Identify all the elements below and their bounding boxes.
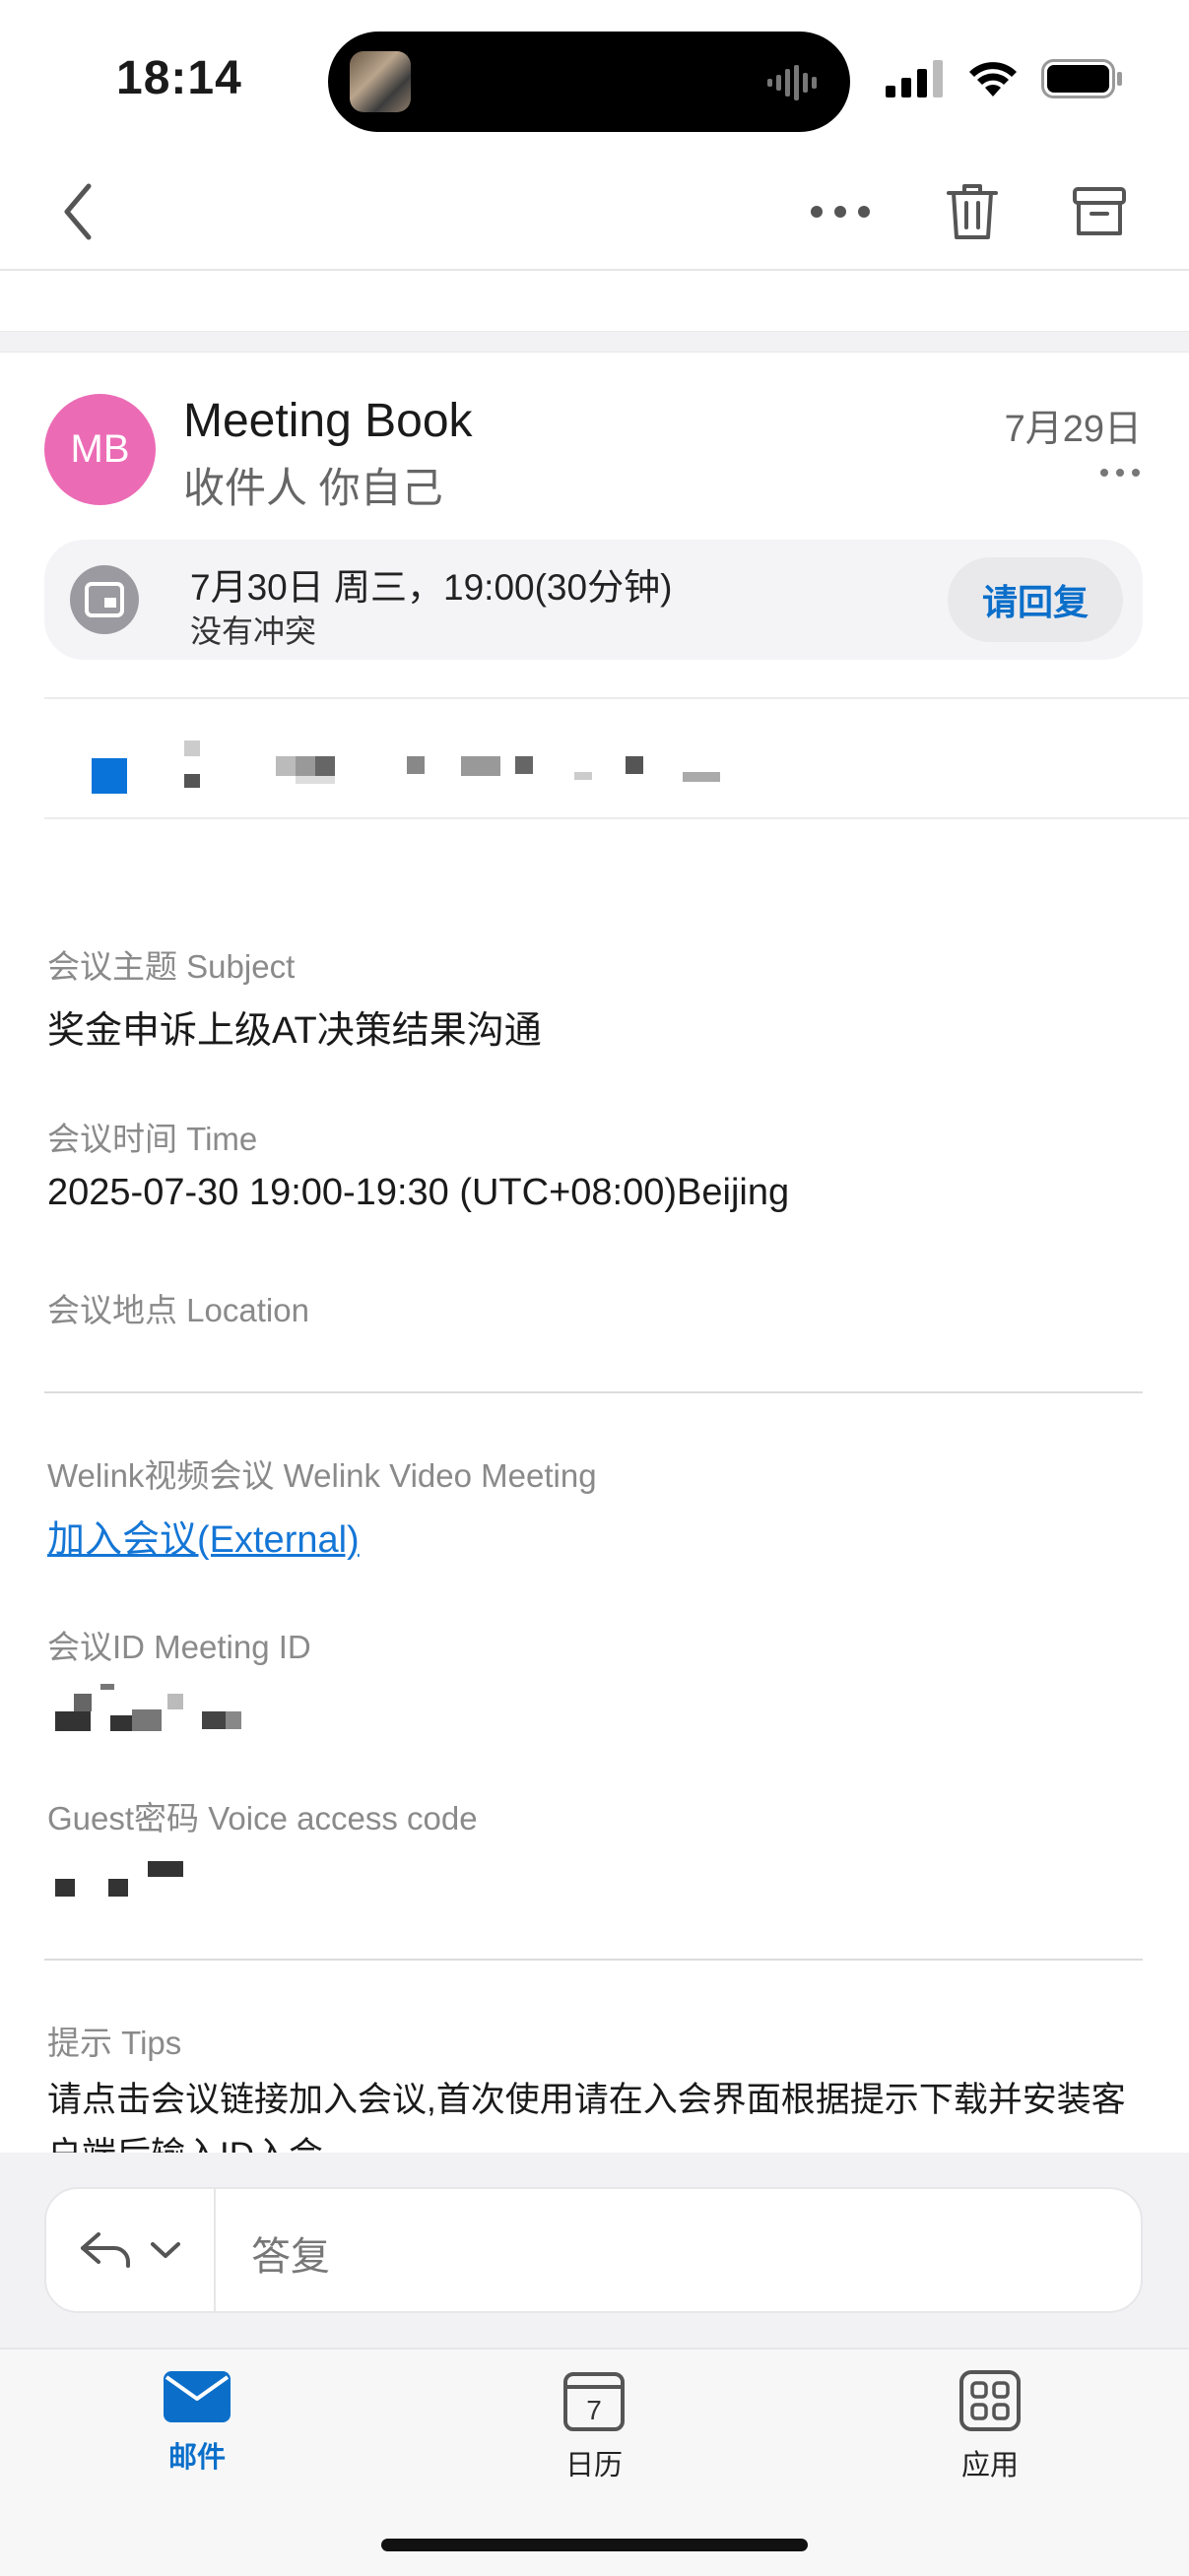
chevron-down-icon <box>151 2242 180 2258</box>
cellular-signal-icon <box>886 60 943 97</box>
rsvp-button[interactable]: 请回复 <box>948 557 1123 642</box>
join-meeting-link[interactable]: 加入会议(External) <box>47 1509 360 1563</box>
status-time: 18:14 <box>116 52 242 104</box>
dynamic-island[interactable] <box>328 32 850 132</box>
tips-label: 提示 Tips <box>47 2025 182 2061</box>
status-bar: 18:14 <box>0 0 1189 148</box>
audio-wave-icon <box>767 65 817 100</box>
apps-grid-icon <box>959 2370 1021 2431</box>
email-detail-screen: 18:14 MB Meeting Book 收件人 你自己 7月29日 7月30… <box>0 0 1189 2576</box>
attachment-icon <box>92 758 127 794</box>
home-indicator[interactable] <box>381 2539 808 2551</box>
wifi-icon <box>969 62 1017 97</box>
delete-button[interactable] <box>938 177 1007 246</box>
trash-icon <box>947 184 998 239</box>
subject-value: 奖金申诉上级AT决策结果沟通 <box>47 1010 542 1052</box>
tab-mail-label: 邮件 <box>167 2442 226 2474</box>
invite-time: 7月30日 周三，19:00(30分钟) <box>190 567 673 608</box>
mail-icon <box>164 2371 231 2422</box>
invite-conflict-status: 没有冲突 <box>190 613 317 649</box>
redacted-attachment-row[interactable] <box>44 697 1189 819</box>
more-options-button[interactable] <box>806 177 875 246</box>
section-separator <box>0 331 1189 353</box>
meeting-id-label: 会议ID Meeting ID <box>47 1629 311 1665</box>
calendar-icon: 7 <box>563 2372 625 2431</box>
message-date: 7月29日 <box>1004 409 1142 450</box>
archive-icon <box>1073 187 1126 235</box>
time-value: 2025-07-30 19:00-19:30 (UTC+08:00)Beijin… <box>47 1172 790 1213</box>
archive-button[interactable] <box>1065 177 1134 246</box>
guest-code-label: Guest密码 Voice access code <box>47 1800 478 1836</box>
sender-name[interactable]: Meeting Book <box>183 394 473 448</box>
top-navigation <box>0 148 1189 271</box>
message-more-icon[interactable] <box>1098 463 1142 483</box>
sender-avatar[interactable]: MB <box>44 394 156 505</box>
reply-mode-selector[interactable] <box>46 2189 216 2311</box>
tab-calendar[interactable]: 7 日历 <box>495 2369 693 2497</box>
calendar-invite-bar[interactable]: 7月30日 周三，19:00(30分钟) 没有冲突 请回复 <box>44 540 1143 660</box>
reply-box[interactable]: 答复 <box>44 2187 1143 2313</box>
tab-calendar-label: 日历 <box>564 2450 623 2481</box>
back-button[interactable] <box>44 177 113 246</box>
calendar-day-number: 7 <box>586 2395 602 2425</box>
body-divider-2 <box>44 1959 1143 1961</box>
tab-apps-label: 应用 <box>960 2450 1019 2481</box>
now-playing-artwork <box>350 51 411 112</box>
tips-text: 请点击会议链接加入会议,首次使用请在入会界面根据提示下载并安装客户端后输入ID入… <box>47 2081 1126 2154</box>
status-icons <box>886 59 1124 98</box>
tab-apps[interactable]: 应用 <box>892 2369 1089 2497</box>
reply-input[interactable]: 答复 <box>251 2224 330 2282</box>
recipients-line[interactable]: 收件人 你自己 <box>183 455 443 515</box>
time-label: 会议时间 Time <box>47 1121 258 1157</box>
subject-label: 会议主题 Subject <box>47 948 296 985</box>
chevron-left-icon <box>64 183 92 240</box>
body-divider <box>44 1391 1143 1393</box>
reply-bar: 答复 <box>0 2153 1189 2348</box>
calendar-event-icon <box>70 565 139 634</box>
battery-icon <box>1041 59 1122 98</box>
reply-arrow-icon <box>81 2232 130 2268</box>
tab-mail[interactable]: 邮件 <box>99 2369 296 2497</box>
video-meeting-label: Welink视频会议 Welink Video Meeting <box>47 1457 597 1494</box>
location-label: 会议地点 Location <box>47 1292 309 1328</box>
ellipsis-icon <box>811 206 870 218</box>
